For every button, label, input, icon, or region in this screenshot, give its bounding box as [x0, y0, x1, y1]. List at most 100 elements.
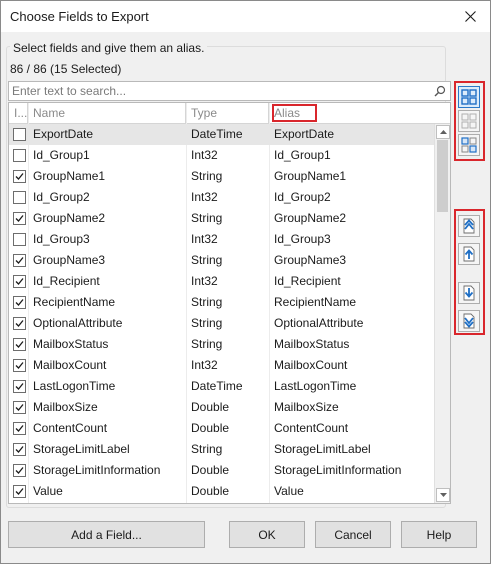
- scroll-thumb[interactable]: [437, 140, 448, 212]
- table-row[interactable]: ContentCount Double ContentCount: [9, 418, 434, 439]
- scroll-up-button[interactable]: [436, 125, 450, 139]
- field-name-cell: MailboxSize: [33, 400, 98, 414]
- field-alias-cell[interactable]: GroupName1: [269, 166, 434, 187]
- choose-fields-dialog: Choose Fields to Export Select fields an…: [0, 0, 491, 564]
- include-checkbox[interactable]: [13, 212, 26, 225]
- field-alias-cell[interactable]: StorageLimitLabel: [269, 439, 434, 460]
- table-row[interactable]: StorageLimitInformation Double StorageLimi…: [9, 460, 434, 481]
- table-row[interactable]: Id_Recipient Int32 Id_Recipient: [9, 271, 434, 292]
- checkmark-icon: [15, 362, 24, 369]
- field-alias-cell[interactable]: MailboxStatus: [269, 334, 434, 355]
- field-name-cell: RecipientName: [33, 295, 116, 309]
- name-column-header[interactable]: Name: [28, 103, 186, 124]
- checkmark-icon: [15, 467, 24, 474]
- table-row[interactable]: Id_Group1 Int32 Id_Group1: [9, 145, 434, 166]
- field-alias-cell[interactable]: ContentCount: [269, 418, 434, 439]
- field-type-cell: String: [191, 253, 223, 267]
- field-type-cell: Int32: [191, 274, 218, 288]
- table-row[interactable]: Value Double Value: [9, 481, 434, 502]
- move-up-button[interactable]: [458, 243, 480, 265]
- field-type-cell: Double: [191, 400, 230, 414]
- select-none-button[interactable]: [458, 110, 480, 132]
- table-row[interactable]: GroupName3 String GroupName3: [9, 250, 434, 271]
- arrow-up-icon: [439, 130, 447, 134]
- table-row[interactable]: LastLogonTime DateTime LastLogonTime: [9, 376, 434, 397]
- table-row[interactable]: GroupName2 String GroupName2: [9, 208, 434, 229]
- field-alias-cell[interactable]: LastLogonTime: [269, 376, 434, 397]
- include-checkbox[interactable]: [13, 170, 26, 183]
- include-column-header[interactable]: I...: [9, 103, 28, 124]
- field-alias-cell[interactable]: RecipientName: [269, 292, 434, 313]
- search-icon[interactable]: [434, 85, 446, 97]
- include-checkbox[interactable]: [13, 485, 26, 498]
- vertical-scrollbar[interactable]: [434, 124, 450, 503]
- include-checkbox[interactable]: [13, 254, 26, 267]
- field-type-cell: DateTime: [191, 127, 243, 141]
- include-checkbox[interactable]: [13, 422, 26, 435]
- include-checkbox[interactable]: [13, 317, 26, 330]
- invert-selection-button[interactable]: [458, 134, 480, 156]
- table-row[interactable]: Id_Group3 Int32 Id_Group3: [9, 229, 434, 250]
- field-name-cell: Id_Group1: [33, 148, 90, 162]
- cancel-button[interactable]: Cancel: [315, 521, 391, 548]
- include-checkbox[interactable]: [13, 296, 26, 309]
- field-alias-cell[interactable]: MailboxSize: [269, 397, 434, 418]
- checkmark-icon: [15, 278, 24, 285]
- field-alias-cell[interactable]: GroupName3: [269, 250, 434, 271]
- field-alias-cell[interactable]: Value: [269, 481, 434, 502]
- field-type-cell: Double: [191, 463, 230, 477]
- add-field-button[interactable]: Add a Field...: [8, 521, 205, 548]
- include-checkbox[interactable]: [13, 464, 26, 477]
- search-input[interactable]: [9, 82, 429, 100]
- grid-header: I... Name Type Alias: [9, 103, 450, 124]
- include-checkbox[interactable]: [13, 380, 26, 393]
- move-up-icon: [463, 246, 475, 262]
- table-row[interactable]: OptionalAttribute String OptionalAttribute: [9, 313, 434, 334]
- field-alias-cell[interactable]: Id_Group3: [269, 229, 434, 250]
- field-alias-cell[interactable]: MailboxCount: [269, 355, 434, 376]
- title-bar: Choose Fields to Export: [1, 1, 490, 32]
- selection-count: 86 / 86 (15 Selected): [10, 62, 122, 76]
- field-alias-cell[interactable]: OptionalAttribute: [269, 313, 434, 334]
- include-checkbox[interactable]: [13, 191, 26, 204]
- fields-grid: I... Name Type Alias ExportDate DateTime E…: [8, 102, 451, 504]
- field-name-cell: Id_Group3: [33, 232, 90, 246]
- field-alias-cell[interactable]: Id_Group1: [269, 145, 434, 166]
- select-all-button[interactable]: [458, 86, 480, 108]
- field-type-cell: Double: [191, 421, 230, 435]
- checkmark-icon: [15, 488, 24, 495]
- table-row[interactable]: RecipientName String RecipientName: [9, 292, 434, 313]
- table-row[interactable]: MailboxSize Double MailboxSize: [9, 397, 434, 418]
- include-checkbox[interactable]: [13, 443, 26, 456]
- field-type-cell: String: [191, 295, 223, 309]
- close-button[interactable]: [450, 1, 490, 32]
- include-checkbox[interactable]: [13, 128, 26, 141]
- table-row[interactable]: ExportDate DateTime ExportDate: [9, 124, 434, 145]
- field-name-cell: GroupName3: [33, 253, 106, 267]
- move-to-bottom-icon: [463, 313, 475, 329]
- table-row[interactable]: Id_Group2 Int32 Id_Group2: [9, 187, 434, 208]
- include-checkbox[interactable]: [13, 275, 26, 288]
- include-checkbox[interactable]: [13, 401, 26, 414]
- scroll-down-button[interactable]: [436, 488, 450, 502]
- help-button[interactable]: Help: [401, 521, 477, 548]
- include-checkbox[interactable]: [13, 233, 26, 246]
- field-alias-cell[interactable]: StorageLimitInformation: [269, 460, 434, 481]
- table-row[interactable]: MailboxCount Int32 MailboxCount: [9, 355, 434, 376]
- include-checkbox[interactable]: [13, 149, 26, 162]
- field-alias-cell[interactable]: Id_Group2: [269, 187, 434, 208]
- field-alias-cell[interactable]: GroupName2: [269, 208, 434, 229]
- move-down-button[interactable]: [458, 282, 480, 304]
- table-row[interactable]: MailboxStatus String MailboxStatus: [9, 334, 434, 355]
- field-alias-cell[interactable]: Id_Recipient: [269, 271, 434, 292]
- include-checkbox[interactable]: [13, 359, 26, 372]
- table-row[interactable]: GroupName1 String GroupName1: [9, 166, 434, 187]
- field-alias-cell[interactable]: ExportDate: [269, 124, 434, 145]
- include-checkbox[interactable]: [13, 338, 26, 351]
- type-column-header[interactable]: Type: [186, 103, 269, 124]
- dialog-title: Choose Fields to Export: [10, 9, 149, 24]
- move-to-top-button[interactable]: [458, 215, 480, 237]
- move-to-bottom-button[interactable]: [458, 310, 480, 332]
- table-row[interactable]: StorageLimitLabel String StorageLimitLabel: [9, 439, 434, 460]
- ok-button[interactable]: OK: [229, 521, 305, 548]
